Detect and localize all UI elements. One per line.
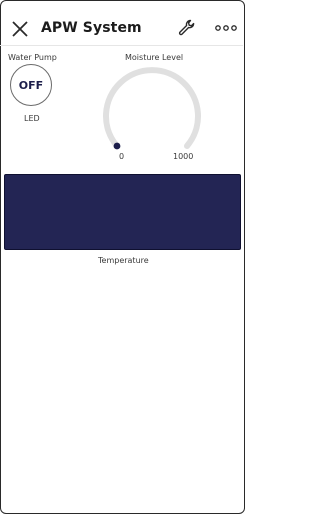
close-icon[interactable] [10,19,30,39]
gauge-min-label: 0 [119,152,125,161]
header-divider [0,45,243,46]
water-pump-toggle-button[interactable]: OFF [10,64,52,106]
temperature-panel [4,174,241,250]
temperature-label: Temperature [98,256,149,265]
page-title: APW System [41,20,142,36]
top-bar: APW System [0,0,243,46]
gauge-track [103,67,201,149]
led-label: LED [24,114,40,123]
water-pump-state: OFF [18,78,44,92]
water-pump-label: Water Pump [8,53,57,62]
moisture-gauge [103,67,201,150]
wrench-icon[interactable] [177,18,197,38]
more-dots-icon[interactable] [213,20,239,36]
gauge-max-label: 1000 [173,152,194,161]
gauge-indicator [113,142,121,150]
